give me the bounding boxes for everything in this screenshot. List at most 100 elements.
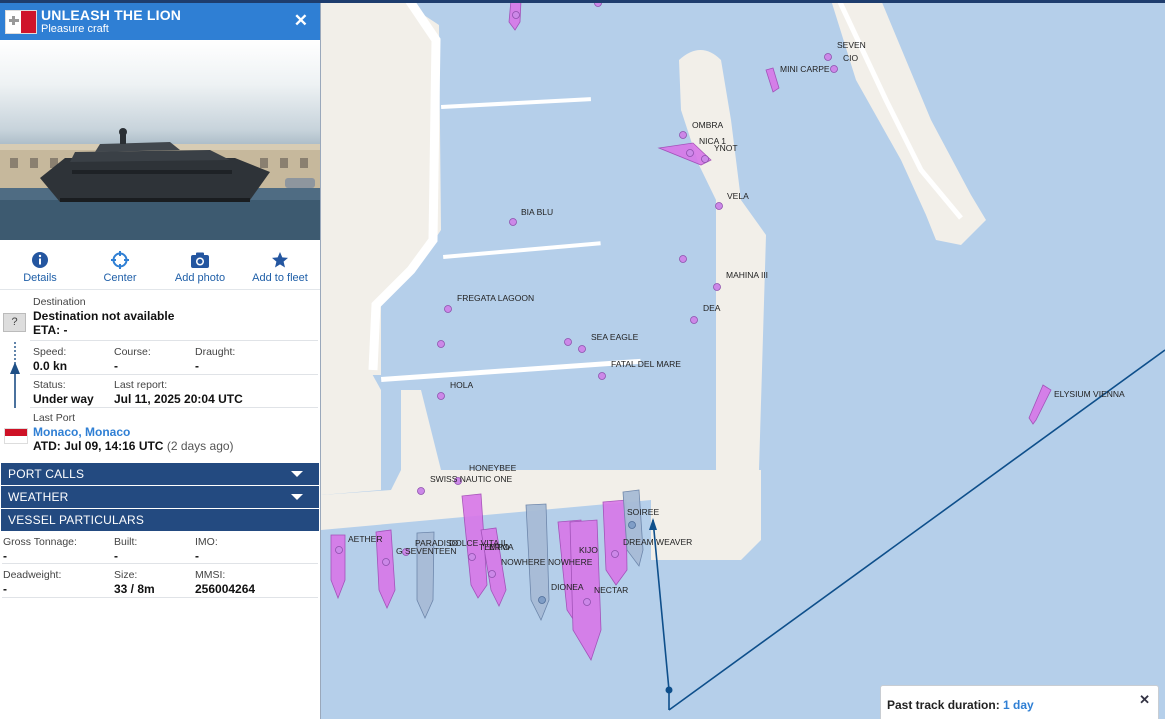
imo-value: - <box>195 549 199 563</box>
past-track-box: Past track duration: 1 day ✕ <box>880 685 1159 719</box>
weather-title: WEATHER <box>8 490 69 504</box>
vessel-label[interactable]: MINI CARPE <box>780 64 830 74</box>
last-port-link[interactable]: Monaco, Monaco <box>33 425 130 439</box>
map-canvas[interactable]: SENATASEVENCIOMINI CARPEOMBRANICA 1YNOTV… <box>321 0 1165 719</box>
divider <box>2 597 318 598</box>
status-label: Status: <box>33 379 66 391</box>
vessel-name: UNLEASH THE LION <box>41 7 182 23</box>
vessel-label[interactable]: SOIREE <box>627 507 659 517</box>
speed-value: 0.0 kn <box>33 359 68 373</box>
chevron-down-icon <box>291 471 303 477</box>
vessel-label[interactable]: NOWHERE <box>548 557 592 567</box>
last-port-label: Last Port <box>33 412 76 424</box>
vessel-label[interactable]: FREGATA LAGOON <box>457 293 534 303</box>
atd-value: ATD: Jul 09, 14:16 UTC <box>33 439 164 453</box>
vessel-particulars: Gross Tonnage: - Built: - IMO: - Deadwei… <box>0 532 320 602</box>
vessel-info-panel: UNLEASH THE LION Pleasure craft ✕ Detail… <box>0 3 321 719</box>
deadweight-value: - <box>3 582 7 596</box>
mmsi-value: 256004264 <box>195 582 256 596</box>
gross-tonnage-label: Gross Tonnage: <box>3 536 77 548</box>
panel-header: UNLEASH THE LION Pleasure craft ✕ <box>0 3 320 40</box>
center-label: Center <box>103 272 137 284</box>
chevron-down-icon <box>291 494 303 500</box>
vessel-particulars-title: VESSEL PARTICULARS <box>8 513 145 527</box>
draught-value: - <box>195 359 199 373</box>
vessel-label[interactable]: ELYSIUM VIENNA <box>1054 389 1125 399</box>
divider <box>30 340 318 341</box>
size-value: 33 / 8m <box>114 582 155 596</box>
deadweight-label: Deadweight: <box>3 569 62 581</box>
add-photo-label: Add photo <box>174 272 226 284</box>
vessel-particulars-section[interactable]: VESSEL PARTICULARS <box>1 509 319 531</box>
top-strip <box>0 0 1165 3</box>
center-button[interactable]: Center <box>80 240 160 289</box>
crosshair-icon <box>111 251 129 269</box>
vessel-label[interactable]: NOWHERE <box>501 557 545 567</box>
eta-value: ETA: - <box>33 323 68 337</box>
malta-flag-icon <box>5 10 37 34</box>
monaco-flag-icon <box>4 428 28 444</box>
vessel-label[interactable]: DEA <box>703 303 720 313</box>
atd-line: ATD: Jul 09, 14:16 UTC (2 days ago) <box>33 439 234 453</box>
built-label: Built: <box>114 536 138 548</box>
size-label: Size: <box>114 569 138 581</box>
port-calls-section[interactable]: PORT CALLS <box>1 463 319 485</box>
vessel-label[interactable]: AETHER <box>348 534 382 544</box>
vessel-label[interactable]: SEA EAGLE <box>591 332 638 342</box>
vessel-label[interactable]: HOLA <box>450 380 473 390</box>
vessel-label[interactable]: HONEYBEE <box>469 463 516 473</box>
destination-label: Destination <box>33 296 86 308</box>
unknown-destination-icon: ? <box>3 313 26 332</box>
speed-label: Speed: <box>33 346 67 358</box>
divider <box>2 563 318 564</box>
info-icon <box>32 252 48 268</box>
weather-section[interactable]: WEATHER <box>1 486 319 508</box>
divider <box>30 407 318 408</box>
port-calls-title: PORT CALLS <box>8 467 85 481</box>
course-label: Course: <box>114 346 151 358</box>
vessel-label[interactable]: MAHINA III <box>726 270 768 280</box>
vessel-label[interactable]: CIO <box>843 53 858 63</box>
star-icon <box>272 252 288 268</box>
vessel-label[interactable]: FATAL DEL MARE <box>611 359 681 369</box>
vessel-label[interactable]: SEVEN <box>837 40 866 50</box>
gross-tonnage-value: - <box>3 549 7 563</box>
vessel-label[interactable]: OMBRA <box>692 120 723 130</box>
vessel-label[interactable]: DREAM WEAVER <box>623 537 692 547</box>
mmsi-label: MMSI: <box>195 569 226 581</box>
vessel-label[interactable]: NECTAR <box>594 585 628 595</box>
route-arrow-icon <box>10 342 20 408</box>
status-value: Under way <box>33 392 94 406</box>
vessel-label[interactable]: DIONEA <box>551 582 584 592</box>
close-icon[interactable]: ✕ <box>294 11 308 31</box>
close-icon[interactable]: ✕ <box>1139 692 1150 708</box>
details-button[interactable]: Details <box>0 240 80 289</box>
voyage-info: ? Destination Destination not available … <box>0 290 320 462</box>
vessel-type: Pleasure craft <box>41 23 109 35</box>
past-track-duration[interactable]: 1 day <box>1003 698 1034 712</box>
atd-ago: (2 days ago) <box>166 439 234 453</box>
vessel-label[interactable]: BIA BLU <box>521 207 553 217</box>
details-label: Details <box>23 272 57 284</box>
imo-label: IMO: <box>195 536 218 548</box>
vessel-label[interactable]: ERMA <box>489 542 514 552</box>
camera-icon <box>191 252 209 268</box>
past-track-text: Past track duration: 1 day <box>887 698 1034 712</box>
vessel-label[interactable]: SWISS NAUTIC ONE <box>430 474 512 484</box>
course-value: - <box>114 359 118 373</box>
add-to-fleet-button[interactable]: Add to fleet <box>240 240 320 289</box>
vessel-label[interactable]: YNOT <box>714 143 738 153</box>
harbor-map <box>321 0 1165 711</box>
vessel-label[interactable]: VELA <box>727 191 749 201</box>
vessel-photo[interactable] <box>0 40 320 240</box>
vessel-label[interactable]: KIJO <box>579 545 598 555</box>
destination-value: Destination not available <box>33 309 175 323</box>
past-track-label: Past track duration: <box>887 698 1000 712</box>
built-value: - <box>114 549 118 563</box>
divider <box>30 374 318 375</box>
last-report-value: Jul 11, 2025 20:04 UTC <box>114 392 243 406</box>
action-bar: Details Center Add photo Add to fleet <box>0 240 320 290</box>
add-photo-button[interactable]: Add photo <box>160 240 240 289</box>
last-report-label: Last report: <box>114 379 168 391</box>
add-to-fleet-label: Add to fleet <box>252 272 308 284</box>
